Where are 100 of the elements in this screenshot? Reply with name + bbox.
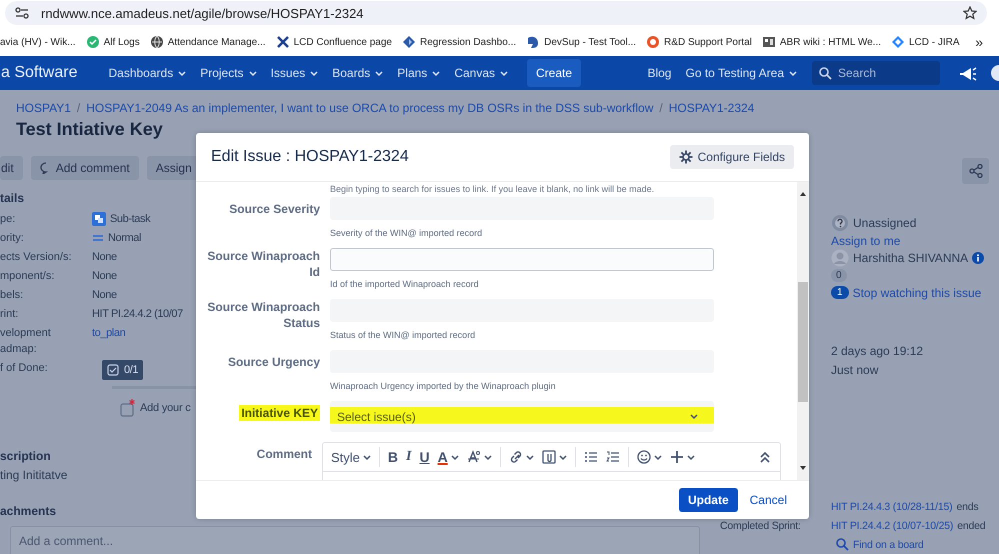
caret-icon: [178, 70, 186, 76]
caret-icon: [432, 70, 440, 76]
caret-icon[interactable]: [654, 454, 662, 460]
caret-icon[interactable]: [686, 454, 695, 460]
caret-icon: [789, 70, 797, 76]
bookmark-star-icon[interactable]: [963, 6, 977, 20]
dialog-title: Edit Issue : HOSPAY1-2324: [211, 148, 410, 166]
caret-icon: [500, 70, 508, 76]
field-label: Source Winaproach Id: [206, 248, 320, 280]
attachment-icon[interactable]: [542, 450, 556, 464]
field-label: f of Done:: [0, 361, 49, 376]
info-icon[interactable]: [972, 252, 984, 264]
sprint-status: ended: [957, 520, 986, 532]
link-icon[interactable]: [508, 450, 523, 464]
field-label: mponent/s:: [0, 269, 56, 284]
section-heading: tails: [0, 191, 24, 207]
plus-icon[interactable]: [670, 450, 684, 464]
bookmark-item[interactable]: Regression Dashbo...: [396, 35, 522, 49]
unknown-user-icon: [831, 214, 849, 232]
section-heading: achments: [0, 504, 56, 520]
bookmark-item[interactable]: avia (HV) - Wik...: [0, 36, 81, 48]
emoji-icon[interactable]: [636, 450, 651, 464]
nav-menu[interactable]: Boards: [325, 66, 390, 80]
field-value: None: [92, 269, 117, 284]
add-comment-button[interactable]: Add comment: [30, 156, 139, 180]
diamond-icon: [891, 35, 905, 49]
toolbar-button[interactable]: B: [388, 449, 398, 465]
cross-logo-icon: [276, 35, 290, 49]
toolbar-button[interactable]: I: [406, 449, 412, 465]
bookmark-item[interactable]: R&D Support Portal: [641, 35, 757, 49]
collapse-icon[interactable]: [760, 451, 770, 463]
field-label: ority:: [0, 231, 25, 246]
field-label: Initiative KEY: [239, 405, 320, 421]
checkbox-icon[interactable]: [120, 399, 136, 417]
assignee-text: Unassigned: [853, 216, 916, 230]
share-button[interactable]: [962, 158, 989, 184]
testing-area-menu[interactable]: Go to Testing Area: [678, 66, 804, 80]
caret-icon: [362, 454, 371, 460]
field-hint: Winaproach Urgency imported by the Winaproach plugin: [330, 381, 557, 393]
scrollbar[interactable]: [797, 182, 809, 480]
toolbar-button[interactable]: A: [438, 449, 459, 465]
bookmark-item[interactable]: Alf Logs: [80, 35, 145, 49]
more-bookmarks-button[interactable]: »: [970, 34, 999, 50]
caret-icon[interactable]: [526, 454, 534, 460]
bookmark-item[interactable]: ABR wiki : HTML We...: [756, 35, 886, 49]
field-hint: Status of the WIN@ imported record: [330, 330, 476, 342]
watcher-count[interactable]: 1: [831, 286, 849, 299]
nav-menu[interactable]: Projects: [193, 66, 264, 80]
blog-link[interactable]: Blog: [640, 66, 678, 80]
subtask-placeholder[interactable]: Add your c: [140, 402, 191, 414]
megaphone-icon[interactable]: [958, 64, 977, 82]
logo-text: a Software: [1, 64, 78, 82]
text-field[interactable]: [330, 248, 714, 271]
caret-icon[interactable]: [558, 454, 567, 460]
search-field[interactable]: Search: [812, 61, 940, 85]
field-hint: Severity of the WIN@ imported record: [330, 228, 484, 240]
nav-menu[interactable]: Dashboards: [101, 66, 194, 80]
description-text: ting Inititatve: [0, 468, 68, 482]
swirl-icon: [526, 35, 540, 49]
breadcrumb-separator: /: [76, 101, 80, 115]
field-label: bels:: [0, 288, 24, 303]
share-icon: [968, 164, 982, 178]
field-label: velopment admap:: [0, 326, 52, 357]
select-field[interactable]: Select issue(s): [330, 401, 714, 432]
field-label: ects Version/s:: [0, 250, 73, 265]
reporter-name: Harshitha SHIVANNA: [853, 251, 968, 265]
toolbar-button[interactable]: U: [419, 449, 430, 465]
done-badge[interactable]: 0/1: [102, 360, 144, 380]
toolbar-button[interactable]: Style: [331, 450, 371, 464]
bookmark-item[interactable]: LCD - JIRA: [886, 35, 965, 49]
action-button[interactable]: dit: [0, 156, 23, 180]
caret-icon[interactable]: [484, 454, 492, 460]
numbered-list-icon[interactable]: [606, 450, 620, 464]
field-label: Completed Sprint:: [720, 520, 801, 532]
subtask-icon: [92, 212, 106, 226]
nav-menu[interactable]: Canvas: [447, 66, 515, 80]
site-settings-icon[interactable]: [15, 7, 29, 19]
field-value: None: [92, 250, 117, 265]
vote-count[interactable]: 0: [831, 269, 847, 282]
configure-fields-button[interactable]: Configure Fields: [670, 145, 794, 169]
breadcrumb-separator: /: [659, 101, 663, 115]
nav-menu[interactable]: Issues: [264, 66, 326, 80]
caret-icon: [248, 70, 257, 76]
cancel-link[interactable]: Cancel: [750, 493, 787, 507]
bookmark-item[interactable]: Attendance Manage...: [144, 35, 271, 49]
bookmark-item[interactable]: DevSup - Test Tool...: [521, 35, 642, 49]
caret-icon: [450, 454, 459, 460]
text-format-icon[interactable]: [466, 450, 481, 464]
comment-field[interactable]: Add a comment...: [10, 526, 700, 554]
nav-menu[interactable]: Plans: [390, 66, 448, 80]
user-avatar-icon: [831, 249, 849, 267]
checkbox-icon: [107, 364, 119, 376]
field-label: Comment: [256, 446, 312, 462]
address-bar[interactable]: rndwww.nce.amadeus.net/agile/browse/HOSPAY1-2324: [5, 1, 987, 25]
bookmark-item[interactable]: LCD Confluence page: [270, 35, 397, 49]
create-button[interactable]: Create: [527, 59, 582, 87]
update-button[interactable]: Update: [678, 488, 738, 512]
field-value: HIT PI.24.4.2 (10/07: [92, 307, 183, 322]
bullet-list-icon[interactable]: [584, 450, 598, 464]
caret-icon: [310, 70, 318, 76]
